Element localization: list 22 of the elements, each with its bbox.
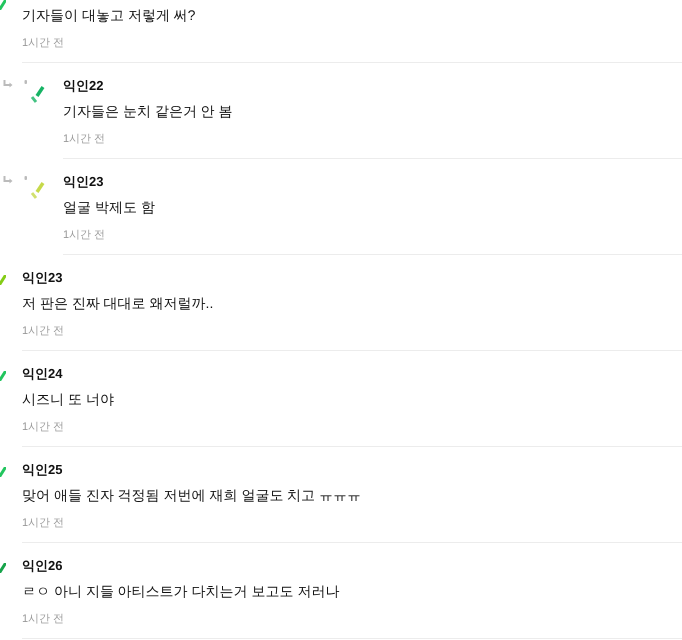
comment-time: 1시간 전 [63, 132, 106, 147]
comment-text: 얼굴 박제도 함 [63, 198, 156, 217]
comment-time: 1시간 전 [22, 324, 66, 339]
comment-text: 시즈니 또 너야 [22, 390, 115, 409]
comment-time: 1시간 전 [22, 612, 66, 627]
comment-time: 1시간 전 [22, 36, 66, 51]
author-name: 익인23 [63, 173, 104, 191]
author-name: 익인24 [22, 365, 64, 383]
comment-text: 맞어 애들 진자 걱정됨 저번에 재희 얼굴도 치고 ㅠㅠㅠ [22, 486, 362, 505]
comment-time: 1시간 전 [22, 516, 66, 531]
author-name: 익인25 [22, 461, 64, 479]
author-name: 익인26 [22, 557, 64, 575]
comment-time: 1시간 전 [22, 420, 66, 435]
comment-text: 기자들은 눈치 같은거 안 봄 [63, 102, 234, 121]
reply-arrow-icon [3, 80, 13, 89]
comment-text: 기자들이 대놓고 저렇게 써? [22, 6, 196, 25]
author-name: 익인23 [22, 269, 64, 287]
comment-text: 저 판은 진짜 대대로 왜저럴까.. [22, 294, 214, 313]
reply-arrow-icon [3, 176, 13, 185]
author-name: 익인22 [63, 77, 104, 95]
comment-time: 1시간 전 [63, 228, 106, 243]
comment-text: ㄹㅇ 아니 지들 아티스트가 다치는거 보고도 저러나 [22, 582, 340, 601]
